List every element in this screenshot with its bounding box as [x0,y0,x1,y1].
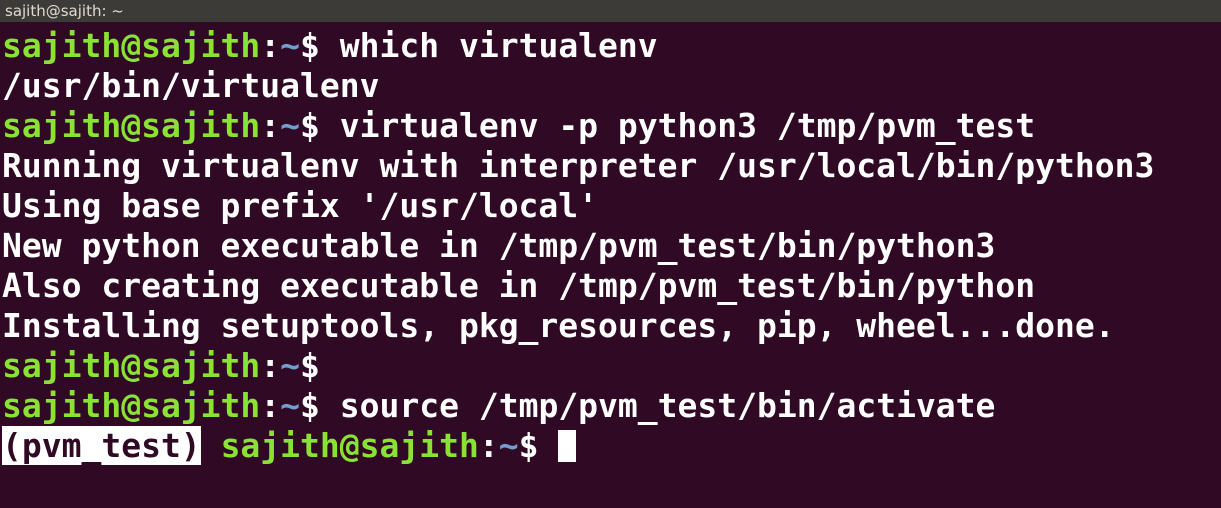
prompt-symbol: $ [518,426,539,465]
terminal-current-line[interactable]: (pvm_test) sajith@sajith:~$ [2,426,1221,466]
prompt-path: ~ [280,106,301,145]
prompt-symbol: $ [300,106,320,145]
prompt-path: ~ [280,26,301,65]
prompt-colon: : [260,106,281,145]
prompt-symbol: $ [300,386,320,425]
prompt-user-host: sajith@sajith [220,426,479,465]
venv-indicator: (pvm_test) [2,426,201,465]
command-text: virtualenv -p python3 /tmp/pvm_test [319,106,1036,145]
prompt-path: ~ [280,346,301,385]
prompt-user-host: sajith@sajith [2,386,261,425]
output-text: Using base prefix '/usr/local' [2,186,599,225]
output-text: /usr/bin/virtualenv [2,66,380,105]
prompt-colon: : [260,346,281,385]
prompt-user-host: sajith@sajith [2,106,261,145]
terminal-line: Installing setuptools, pkg_resources, pi… [2,306,1221,346]
terminal-line: sajith@sajith:~$ [2,346,1221,386]
terminal-line: Running virtualenv with interpreter /usr… [2,146,1221,186]
prompt-colon: : [260,386,281,425]
output-text: New python executable in /tmp/pvm_test/b… [2,226,996,265]
prompt-colon: : [478,426,499,465]
output-text: Running virtualenv with interpreter /usr… [2,146,1155,185]
terminal-line: sajith@sajith:~$ which virtualenv [2,26,1221,66]
prompt-symbol: $ [300,346,320,385]
terminal-line: /usr/bin/virtualenv [2,66,1221,106]
terminal-line: sajith@sajith:~$ source /tmp/pvm_test/bi… [2,386,1221,426]
output-text: Installing setuptools, pkg_resources, pi… [2,306,1115,345]
prompt-path: ~ [280,386,301,425]
prompt-user-host: sajith@sajith [2,26,261,65]
prompt-path: ~ [498,426,519,465]
prompt-user-host: sajith@sajith [2,346,261,385]
prompt-colon: : [260,26,281,65]
window-title: sajith@sajith: ~ [0,0,1221,22]
terminal-line: Also creating executable in /tmp/pvm_tes… [2,266,1221,306]
command-text: source /tmp/pvm_test/bin/activate [319,386,996,425]
terminal-line: Using base prefix '/usr/local' [2,186,1221,226]
command-text: which virtualenv [319,26,658,65]
terminal-output[interactable]: sajith@sajith:~$ which virtualenv /usr/b… [0,22,1221,466]
terminal-window: sajith@sajith: ~ sajith@sajith:~$ which … [0,0,1221,508]
text-cursor[interactable] [558,430,577,462]
terminal-line: New python executable in /tmp/pvm_test/b… [2,226,1221,266]
terminal-line: sajith@sajith:~$ virtualenv -p python3 /… [2,106,1221,146]
prompt-symbol: $ [300,26,320,65]
output-text: Also creating executable in /tmp/pvm_tes… [2,266,1036,305]
